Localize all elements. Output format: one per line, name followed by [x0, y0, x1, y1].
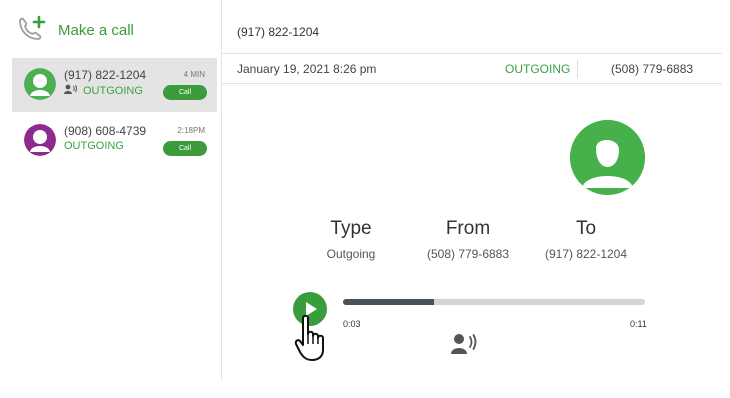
detail-to: To (917) 822-1204 — [540, 218, 632, 261]
call-button[interactable]: Call — [163, 85, 207, 100]
call-from-number: (508) 779-6883 — [611, 62, 694, 76]
call-meta-row: January 19, 2021 8:26 pm OUTGOING (508) … — [222, 54, 722, 84]
agent-speaking-icon — [451, 332, 479, 356]
from-label: From — [445, 218, 491, 239]
add-call-icon — [14, 13, 48, 47]
call-time: 2:18PM — [177, 126, 205, 135]
call-number: (908) 608-4739 — [64, 124, 147, 138]
call-status-label: OUTGOING — [64, 140, 124, 152]
type-label: Type — [330, 218, 372, 239]
sidebar: Make a call (917) 822-1204 OUTGOING 4 MI… — [0, 0, 222, 380]
call-list-item-1[interactable]: (917) 822-1204 OUTGOING 4 MIN Call — [12, 58, 217, 112]
call-duration: 4 MIN — [183, 70, 205, 79]
make-call-label: Make a call — [58, 21, 134, 39]
header-title: (917) 822-1204 — [237, 25, 320, 39]
type-value: Outgoing — [326, 247, 376, 261]
from-value: (508) 779-6883 — [426, 247, 510, 261]
detail-from: From (508) 779-6883 — [418, 218, 518, 261]
to-label: To — [575, 218, 597, 239]
contact-avatar-large — [570, 120, 645, 195]
make-call-button[interactable]: Make a call — [14, 12, 134, 48]
call-header: (917) 822-1204 — [222, 0, 722, 54]
call-list-item-2[interactable]: (908) 608-4739 OUTGOING 2:18PM Call — [12, 114, 217, 168]
progress-fill — [343, 299, 434, 305]
call-status: OUTGOING — [64, 84, 143, 97]
contact-avatar — [24, 68, 56, 100]
divider — [577, 60, 578, 78]
call-history-app: Make a call (917) 822-1204 OUTGOING 4 MI… — [0, 0, 730, 398]
call-status-label: OUTGOING — [83, 84, 143, 97]
call-status: OUTGOING — [64, 140, 124, 152]
detail-type: Type Outgoing — [318, 218, 384, 261]
call-type-badge: OUTGOING — [505, 62, 571, 76]
total-time: 0:11 — [630, 319, 647, 329]
contact-avatar — [24, 124, 56, 156]
current-time: 0:03 — [343, 319, 361, 329]
hand-pointer-icon — [294, 314, 328, 362]
call-button[interactable]: Call — [163, 141, 207, 156]
playback-progress-bar[interactable] — [343, 299, 645, 305]
call-date: January 19, 2021 8:26 pm — [237, 62, 377, 76]
call-number: (917) 822-1204 — [64, 68, 147, 82]
to-value: (917) 822-1204 — [544, 247, 628, 261]
agent-speaking-icon — [64, 84, 78, 97]
